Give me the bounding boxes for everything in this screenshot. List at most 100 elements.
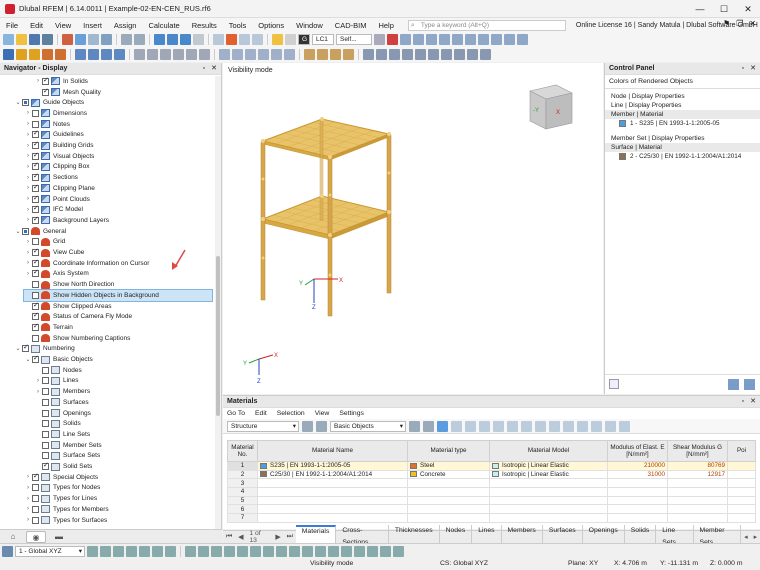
expand-chevron-icon[interactable]: › [24,185,32,191]
nav-item-notes[interactable]: › Notes [24,119,70,130]
values-icon[interactable] [413,34,424,45]
nav-item-surface-sets[interactable]: Surface Sets [34,451,100,462]
coord-system-icon[interactable] [2,545,13,557]
col-material-name[interactable]: Material Name [257,440,408,462]
move-icon[interactable] [134,49,145,60]
table-cell[interactable] [727,513,756,523]
open-folder-icon[interactable] [16,34,27,45]
data-toggle-icon[interactable] [167,34,178,45]
col-poisson[interactable]: Poi [727,440,756,462]
menu-options[interactable]: Options [252,21,290,30]
visibility-checkbox[interactable] [32,516,39,524]
col-modulus-e[interactable]: Modulus of Elast. E [N/mm²] [607,440,668,462]
model-viewport[interactable]: Visibility mode X Y Z X Y Z -Y X [172,63,603,394]
table-cell[interactable] [607,504,668,515]
visibility-checkbox[interactable] [32,281,39,289]
close-doc-icon[interactable]: ✕ [749,19,756,28]
mat-menu-view[interactable]: View [315,410,330,417]
snap-end-icon[interactable] [139,545,150,557]
delete-row-icon[interactable] [479,420,490,432]
visibility-checkbox[interactable] [32,215,39,224]
sort-icon[interactable] [521,420,532,432]
visibility-checkbox[interactable] [32,194,39,203]
next-icon[interactable] [316,420,327,432]
table-cell[interactable] [257,478,408,489]
visibility-checkbox[interactable] [32,247,39,257]
nav-item-surfaces[interactable]: Surfaces [34,397,89,408]
lineweight-icon[interactable] [276,545,287,557]
nav-item-point-clouds[interactable]: › Point Clouds [24,194,90,205]
menu-cad-bim[interactable]: CAD-BIM [329,21,373,30]
snap-perp-icon[interactable] [152,545,163,557]
col-material-model[interactable]: Material Model [489,440,608,462]
visibility-checkbox[interactable] [32,183,39,192]
settings-table-icon[interactable] [619,420,630,432]
menu-tools[interactable]: Tools [223,21,253,30]
rotate-icon[interactable] [147,49,158,60]
zoom-all-icon[interactable] [271,49,282,60]
visibility-checkbox[interactable] [42,87,49,96]
table-row[interactable]: 5 [227,495,756,506]
table-cell[interactable] [607,513,668,523]
navigator-scrollbar[interactable] [215,76,221,529]
nav-item-basic-objects[interactable]: ⌄ Basic Objects [24,354,93,365]
expand-chevron-icon[interactable]: › [34,378,42,384]
visibility-checkbox[interactable] [42,441,49,449]
views-tab-icon[interactable]: ▬ [49,531,69,543]
visibility-checkbox[interactable] [32,109,39,117]
scale-icon[interactable] [173,49,184,60]
visibility-checkbox[interactable] [22,99,29,107]
dynamic-input-icon[interactable] [263,545,274,557]
filter-icon[interactable] [387,34,398,45]
export-icon[interactable] [728,379,739,390]
visibility-checkbox[interactable] [32,495,39,503]
table-cell[interactable] [667,478,728,489]
node-icon[interactable] [16,49,27,60]
restore-icon[interactable]: ❐ [736,19,743,28]
table-cell[interactable]: 4 [227,487,258,497]
menu-insert[interactable]: Insert [77,21,108,30]
opening-icon[interactable] [101,49,112,60]
visibility-checkbox[interactable] [32,354,39,364]
expand-chevron-icon[interactable]: › [24,175,32,181]
table-cell[interactable]: 2 [227,469,258,480]
snap-line-icon[interactable] [100,545,111,557]
table-row[interactable]: 7 [227,513,756,523]
prev-icon[interactable] [302,420,313,432]
col-material-no[interactable]: Material No. [227,440,258,462]
nav-item-member-sets[interactable]: Member Sets [34,440,102,451]
view-z-icon[interactable] [258,49,269,60]
nav-item-members[interactable]: › Members [34,386,90,397]
nav-item-sections[interactable]: › Sections [24,172,78,183]
visibility-checkbox[interactable] [32,129,39,139]
mat-menu-edit[interactable]: Edit [255,410,267,417]
visibility-checkbox[interactable] [32,151,39,160]
menu-window[interactable]: Window [290,21,329,30]
table-cell[interactable]: Isotropic | Linear Elastic [489,469,608,480]
cp-close-icon[interactable]: ✕ [750,63,756,75]
table-cell[interactable] [489,495,608,506]
expand-chevron-icon[interactable]: ⌄ [14,99,22,106]
line-icon[interactable] [29,49,40,60]
surface-icon[interactable] [55,49,66,60]
wireframe-icon[interactable] [491,34,502,45]
visibility-checkbox[interactable] [32,258,39,267]
visibility-checkbox[interactable] [32,268,39,278]
structure-combo[interactable]: Structure ▾ [227,420,299,432]
columns-icon[interactable] [605,420,616,432]
expand-chevron-icon[interactable]: ⌄ [24,356,32,363]
support-icon[interactable] [75,49,86,60]
expand-chevron-icon[interactable]: › [24,110,32,116]
animate-icon[interactable] [452,34,463,45]
table-cell[interactable] [257,504,408,515]
excel-icon[interactable] [535,420,546,432]
minimize-button[interactable]: — [688,0,712,18]
visibility-checkbox[interactable] [32,505,39,513]
nav-item-types-for-nodes[interactable]: › Types for Nodes [24,483,100,494]
window-layout-icon[interactable] [193,34,204,45]
expand-chevron-icon[interactable]: ⌄ [14,228,22,235]
table-icon[interactable] [75,34,86,45]
zoom-icon[interactable] [285,34,296,45]
lock-icon[interactable] [367,545,378,557]
new-file-icon[interactable] [3,34,14,45]
